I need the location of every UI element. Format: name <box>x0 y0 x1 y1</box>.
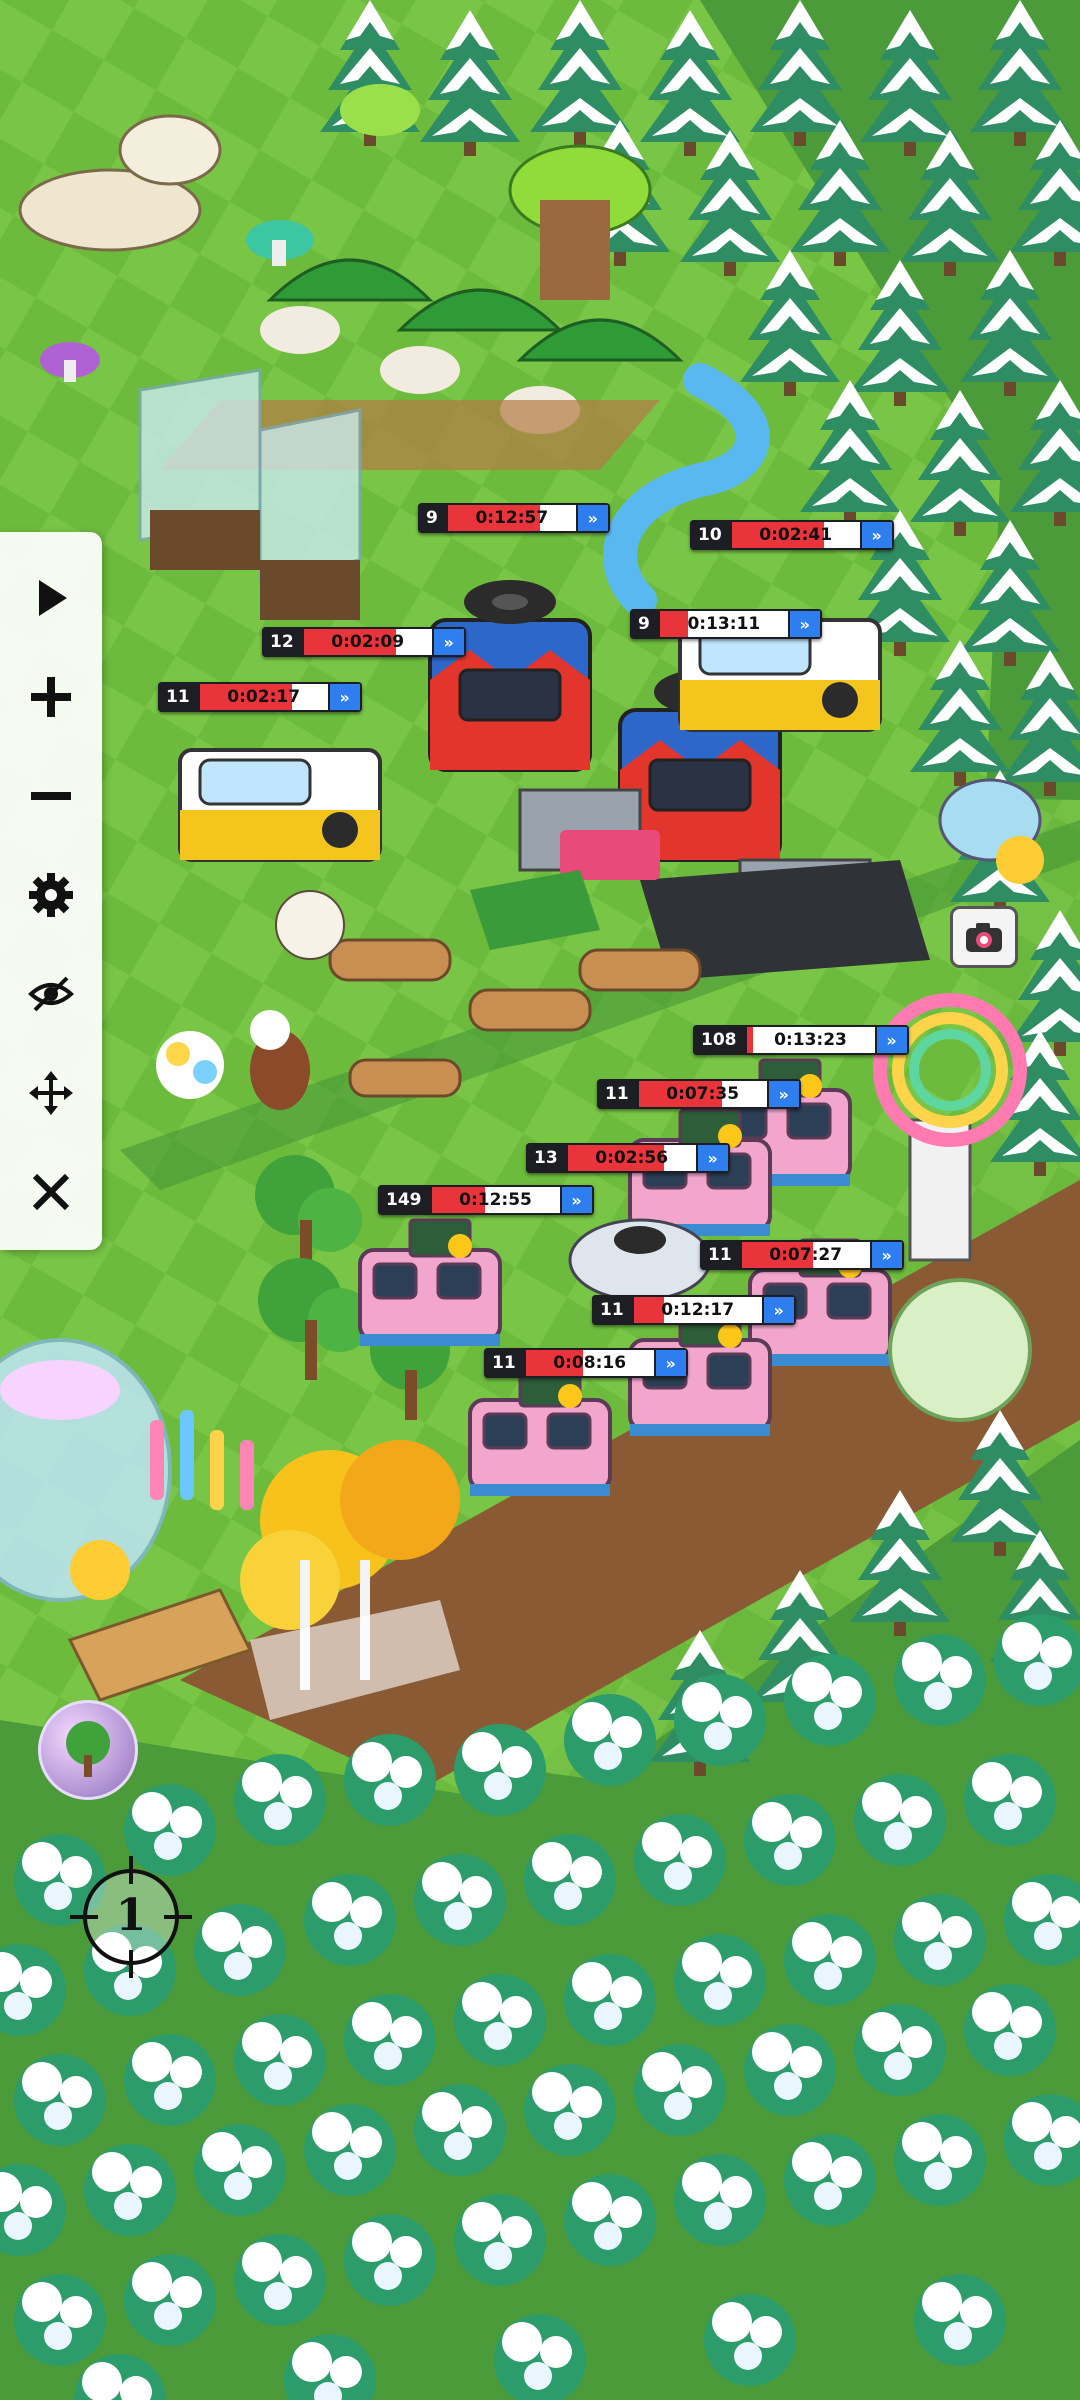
timer-time: 0:13:23 <box>774 1030 847 1050</box>
fast-forward-icon: » <box>871 525 882 545</box>
timer-level: 11 <box>592 1295 632 1325</box>
fast-forward-button[interactable]: » <box>655 1348 688 1378</box>
timer-progress-bar: 0:13:11 <box>657 609 790 639</box>
timer-level: 11 <box>484 1348 524 1378</box>
build-timer: 11 0:08:16 » <box>484 1348 688 1378</box>
fast-forward-button[interactable]: » <box>763 1295 796 1325</box>
build-timer: 13 0:02:56 » <box>526 1143 730 1173</box>
fast-forward-button[interactable]: » <box>433 627 466 657</box>
timer-time: 0:07:27 <box>769 1245 843 1265</box>
timer-progress-bar: 0:13:23 <box>744 1025 877 1055</box>
timer-progress-bar: 0:12:17 <box>631 1295 764 1325</box>
zoom-in-button[interactable] <box>21 667 81 727</box>
build-timer: 149 0:12:55 » <box>378 1185 594 1215</box>
fast-forward-button[interactable]: » <box>789 609 822 639</box>
fast-forward-button[interactable]: » <box>876 1025 909 1055</box>
fast-forward-button[interactable]: » <box>577 503 610 533</box>
build-timer: 9 0:13:11 » <box>630 609 822 639</box>
build-timer: 11 0:07:35 » <box>597 1079 801 1109</box>
fast-forward-button[interactable]: » <box>861 520 894 550</box>
build-timer: 11 0:07:27 » <box>700 1240 904 1270</box>
timer-level: 11 <box>597 1079 637 1109</box>
fast-forward-icon: » <box>707 1148 718 1168</box>
timer-time: 0:12:17 <box>661 1300 735 1320</box>
build-timer: 12 0:02:09 » <box>262 627 466 657</box>
fast-forward-button[interactable]: » <box>871 1240 904 1270</box>
timer-time: 0:12:55 <box>459 1190 532 1210</box>
build-timer: 10 0:02:41 » <box>690 520 894 550</box>
timer-progress-bar: 0:02:41 <box>729 520 862 550</box>
gear-icon <box>29 873 73 917</box>
timer-level: 11 <box>158 682 198 712</box>
build-timer: 108 0:13:23 » <box>693 1025 909 1055</box>
timer-time: 0:02:17 <box>227 687 301 707</box>
build-timer: 9 0:12:57 » <box>418 503 610 533</box>
timer-progress-bar: 0:08:16 <box>523 1348 656 1378</box>
eye-off-icon <box>28 976 74 1012</box>
build-timer: 11 0:02:17 » <box>158 682 362 712</box>
timer-progress-bar: 0:02:09 <box>301 627 434 657</box>
timer-level: 12 <box>262 627 302 657</box>
timer-time: 0:02:41 <box>759 525 833 545</box>
timer-level: 11 <box>700 1240 740 1270</box>
timer-time: 0:02:56 <box>595 1148 669 1168</box>
move-button[interactable] <box>21 1063 81 1123</box>
crosshair-label: 1 <box>115 1890 147 1941</box>
fast-forward-icon: » <box>665 1353 676 1373</box>
camera-button[interactable] <box>950 906 1018 968</box>
timer-progress-bar: 0:12:55 <box>429 1185 562 1215</box>
build-timer: 11 0:12:17 » <box>592 1295 796 1325</box>
timer-progress-bar: 0:07:35 <box>636 1079 769 1109</box>
fast-forward-icon: » <box>571 1190 582 1210</box>
timer-time: 0:13:11 <box>687 614 761 634</box>
fast-forward-icon: » <box>587 508 599 528</box>
fast-forward-button[interactable]: » <box>768 1079 801 1109</box>
play-button[interactable] <box>21 568 81 628</box>
minus-icon <box>31 792 71 800</box>
zoom-out-button[interactable] <box>21 766 81 826</box>
fast-forward-icon: » <box>881 1245 892 1265</box>
hide-button[interactable] <box>21 964 81 1024</box>
timer-level: 10 <box>690 520 730 550</box>
timer-level: 9 <box>418 503 446 533</box>
timer-level: 13 <box>526 1143 566 1173</box>
timer-progress-bar: 0:02:56 <box>565 1143 698 1173</box>
fast-forward-icon: » <box>886 1030 897 1050</box>
timer-level: 108 <box>693 1025 745 1055</box>
timer-progress-bar: 0:07:27 <box>739 1240 872 1270</box>
timer-time: 0:08:16 <box>553 1353 627 1373</box>
tree-icon <box>66 1721 110 1777</box>
timer-time: 0:02:09 <box>331 632 405 652</box>
fast-forward-icon: » <box>799 614 811 634</box>
fast-forward-button[interactable]: » <box>697 1143 730 1173</box>
close-button[interactable] <box>21 1162 81 1222</box>
timer-time: 0:12:57 <box>475 508 549 528</box>
fast-forward-icon: » <box>778 1084 789 1104</box>
fast-forward-button[interactable]: » <box>329 682 362 712</box>
timer-level: 9 <box>630 609 658 639</box>
timer-progress-bar: 0:12:57 <box>445 503 578 533</box>
tree-bubble-button[interactable] <box>38 1700 138 1800</box>
fast-forward-icon: » <box>773 1300 784 1320</box>
close-icon <box>32 1173 70 1211</box>
settings-button[interactable] <box>21 865 81 925</box>
edit-toolbar <box>0 532 102 1250</box>
fast-forward-icon: » <box>339 687 350 707</box>
play-icon <box>39 580 67 616</box>
timer-progress-bar: 0:02:17 <box>197 682 330 712</box>
timer-level: 149 <box>378 1185 430 1215</box>
plus-icon <box>31 677 71 717</box>
camera-icon <box>966 923 1002 952</box>
timer-time: 0:07:35 <box>666 1084 740 1104</box>
fast-forward-button[interactable]: » <box>561 1185 594 1215</box>
fast-forward-icon: » <box>443 632 454 652</box>
move-icon <box>29 1071 73 1115</box>
